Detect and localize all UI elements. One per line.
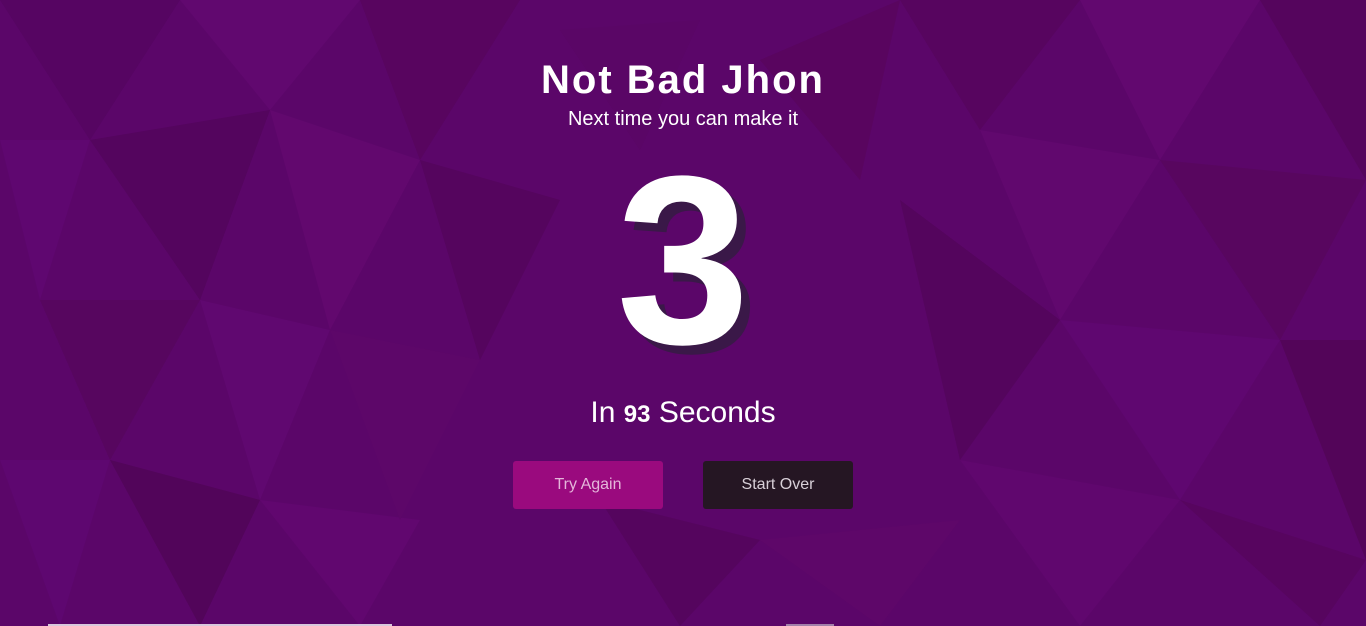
score-number: 3: [616, 126, 750, 394]
try-again-button[interactable]: Try Again: [513, 461, 663, 509]
time-suffix: Seconds: [658, 396, 776, 429]
time-prefix: In: [590, 396, 616, 429]
result-title: Not Bad Jhon: [541, 58, 825, 102]
time-value: 93: [623, 401, 651, 428]
time-summary: In 93 Seconds: [0, 395, 1366, 433]
start-over-button[interactable]: Start Over: [703, 461, 853, 509]
result-screen: Not Bad Jhon Next time you can make it 3…: [0, 0, 1366, 626]
